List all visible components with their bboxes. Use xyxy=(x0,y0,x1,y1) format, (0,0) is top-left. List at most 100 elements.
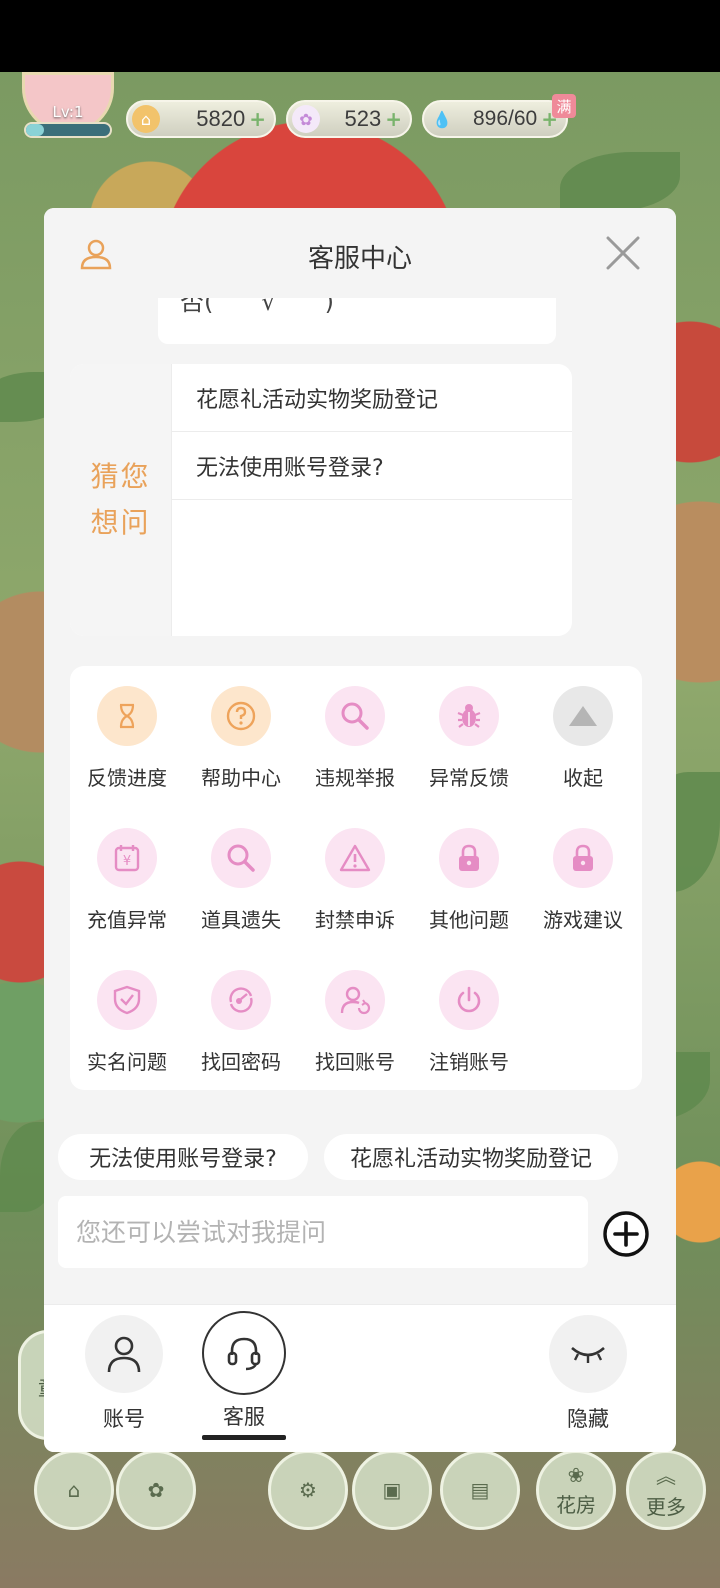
star-value: 523 xyxy=(344,106,382,131)
coin-value: 5820 xyxy=(196,106,246,131)
dock-tools-button[interactable]: ⚙ xyxy=(268,1450,348,1530)
suggested-label-box: 猜您想问 xyxy=(70,364,172,636)
grid-label: 游戏建议 xyxy=(543,908,623,932)
help-center-button[interactable]: 帮助中心 xyxy=(184,686,298,816)
customer-service-modal: 客服中心 否( √ ) 猜您想问 花愿礼活动实物奖励登记 无法使用账号登录? 反… xyxy=(44,208,676,1452)
more-button[interactable]: ︽ 更多 xyxy=(626,1450,706,1530)
recover-password-button[interactable]: 找回密码 xyxy=(184,970,298,1100)
nav-service-label: 客服 xyxy=(223,1405,265,1429)
quick-question-chip[interactable]: 花愿礼活动实物奖励登记 xyxy=(324,1134,618,1180)
user-refresh-icon xyxy=(325,970,385,1030)
grid-label: 找回密码 xyxy=(201,1050,281,1074)
abnormal-feedback-button[interactable]: 异常反馈 xyxy=(412,686,526,816)
dock-box-button[interactable]: ▣ xyxy=(352,1450,432,1530)
modal-nav-bar: 账号 客服 隐藏 xyxy=(44,1304,676,1452)
violation-report-button[interactable]: 违规举报 xyxy=(298,686,412,816)
close-icon[interactable] xyxy=(602,232,644,274)
nav-account-label: 账号 xyxy=(103,1407,145,1431)
scrolled-message-text: 否( √ ) xyxy=(180,298,335,316)
flower-room-button[interactable]: ❀ 花房 xyxy=(536,1450,616,1530)
nav-hide[interactable]: 隐藏 xyxy=(538,1315,638,1433)
nav-service[interactable]: 客服 xyxy=(194,1311,294,1440)
search-icon xyxy=(211,828,271,888)
grid-label: 帮助中心 xyxy=(201,766,281,790)
grid-label: 收起 xyxy=(563,766,603,790)
question-input[interactable] xyxy=(58,1196,588,1268)
modal-title: 客服中心 xyxy=(307,244,412,274)
water-drop-icon: 💧 xyxy=(432,109,452,129)
grid-label: 充值异常 xyxy=(87,908,167,932)
package-icon: ▤ xyxy=(470,1478,490,1502)
service-function-grid: 反馈进度 帮助中心 违规举报 异常反馈 收起 ¥ 充值异常 道具遗失 封禁申诉 … xyxy=(70,666,642,1090)
add-icon[interactable] xyxy=(602,1210,650,1258)
suggested-label: 猜您想问 xyxy=(90,460,151,539)
bug-icon xyxy=(439,686,499,746)
grid-label: 违规举报 xyxy=(315,766,395,790)
question-icon xyxy=(211,686,271,746)
eye-closed-icon xyxy=(549,1315,627,1393)
box-icon: ▣ xyxy=(382,1478,402,1502)
modal-header: 客服中心 xyxy=(44,208,676,298)
star-icon: ✿ xyxy=(292,105,320,133)
quick-question-chip[interactable]: 无法使用账号登录? xyxy=(58,1134,308,1180)
shield-check-icon xyxy=(97,970,157,1030)
lock-icon xyxy=(553,828,613,888)
full-badge: 满 xyxy=(552,94,576,118)
grid-label: 反馈进度 xyxy=(87,766,167,790)
key-refresh-icon xyxy=(211,970,271,1030)
flower-room-label: 花房 xyxy=(556,1492,596,1517)
game-suggestion-button[interactable]: 游戏建议 xyxy=(526,828,640,958)
dock-home-button[interactable]: ⌂ xyxy=(34,1450,114,1530)
account-icon xyxy=(85,1315,163,1393)
feedback-progress-button[interactable]: 反馈进度 xyxy=(70,686,184,816)
warning-icon xyxy=(325,828,385,888)
grid-label: 注销账号 xyxy=(429,1050,509,1074)
active-tab-indicator xyxy=(202,1435,286,1440)
more-label: 更多 xyxy=(646,1495,686,1519)
other-issues-button[interactable]: 其他问题 xyxy=(412,828,526,958)
grid-label: 封禁申诉 xyxy=(315,908,395,932)
coin-counter[interactable]: ⌂ 5820 + xyxy=(126,100,276,138)
nav-account[interactable]: 账号 xyxy=(74,1315,174,1433)
recharge-icon: ¥ xyxy=(97,828,157,888)
ban-appeal-button[interactable]: 封禁申诉 xyxy=(298,828,412,958)
headset-icon xyxy=(202,1311,286,1395)
suggested-question[interactable]: 花愿礼活动实物奖励登记 xyxy=(172,364,572,432)
cancel-account-button[interactable]: 注销账号 xyxy=(412,970,526,1100)
star-counter[interactable]: ✿ 523 + xyxy=(286,100,412,138)
scrolled-message: 否( √ ) xyxy=(158,298,556,344)
home-icon: ⌂ xyxy=(67,1478,81,1502)
dock-package-button[interactable]: ▤ xyxy=(440,1450,520,1530)
grid-label: 实名问题 xyxy=(87,1050,167,1074)
search-icon xyxy=(325,686,385,746)
grid-label: 异常反馈 xyxy=(429,766,509,790)
coin-icon: ⌂ xyxy=(132,105,160,133)
svg-text:¥: ¥ xyxy=(123,854,131,869)
game-hud: Lv:1 ⌂ 5820 + ✿ 523 + 💧 896/60 + 满 xyxy=(0,72,720,152)
suggested-questions-card: 猜您想问 花愿礼活动实物奖励登记 无法使用账号登录? xyxy=(70,364,572,636)
water-counter[interactable]: 💧 896/60 + xyxy=(422,100,568,138)
collapse-up-icon xyxy=(553,686,613,746)
lock-icon xyxy=(439,828,499,888)
dock-flower-button[interactable]: ✿ xyxy=(116,1450,196,1530)
nav-hide-label: 隐藏 xyxy=(567,1407,609,1431)
add-stars-icon[interactable]: + xyxy=(385,107,402,131)
grid-label: 其他问题 xyxy=(429,908,509,932)
status-bar xyxy=(0,0,720,72)
water-value: 896/60 xyxy=(473,107,538,130)
flower-room-icon: ❀ xyxy=(567,1462,585,1487)
real-name-button[interactable]: 实名问题 xyxy=(70,970,184,1100)
chevron-up-icon: ︽ xyxy=(656,1464,676,1488)
grid-label: 道具遗失 xyxy=(201,908,281,932)
power-icon xyxy=(439,970,499,1030)
grid-label: 找回账号 xyxy=(315,1050,395,1074)
suggested-question[interactable]: 无法使用账号登录? xyxy=(172,432,572,500)
level-label: Lv:1 xyxy=(52,103,84,121)
collapse-button[interactable]: 收起 xyxy=(526,686,640,816)
add-coins-icon[interactable]: + xyxy=(249,107,266,131)
level-progress-bar xyxy=(24,122,112,138)
recharge-abnormal-button[interactable]: ¥ 充值异常 xyxy=(70,828,184,958)
recover-account-button[interactable]: 找回账号 xyxy=(298,970,412,1100)
question-input-area: 无法使用账号登录? 花愿礼活动实物奖励登记 xyxy=(44,1118,676,1304)
item-lost-button[interactable]: 道具遗失 xyxy=(184,828,298,958)
